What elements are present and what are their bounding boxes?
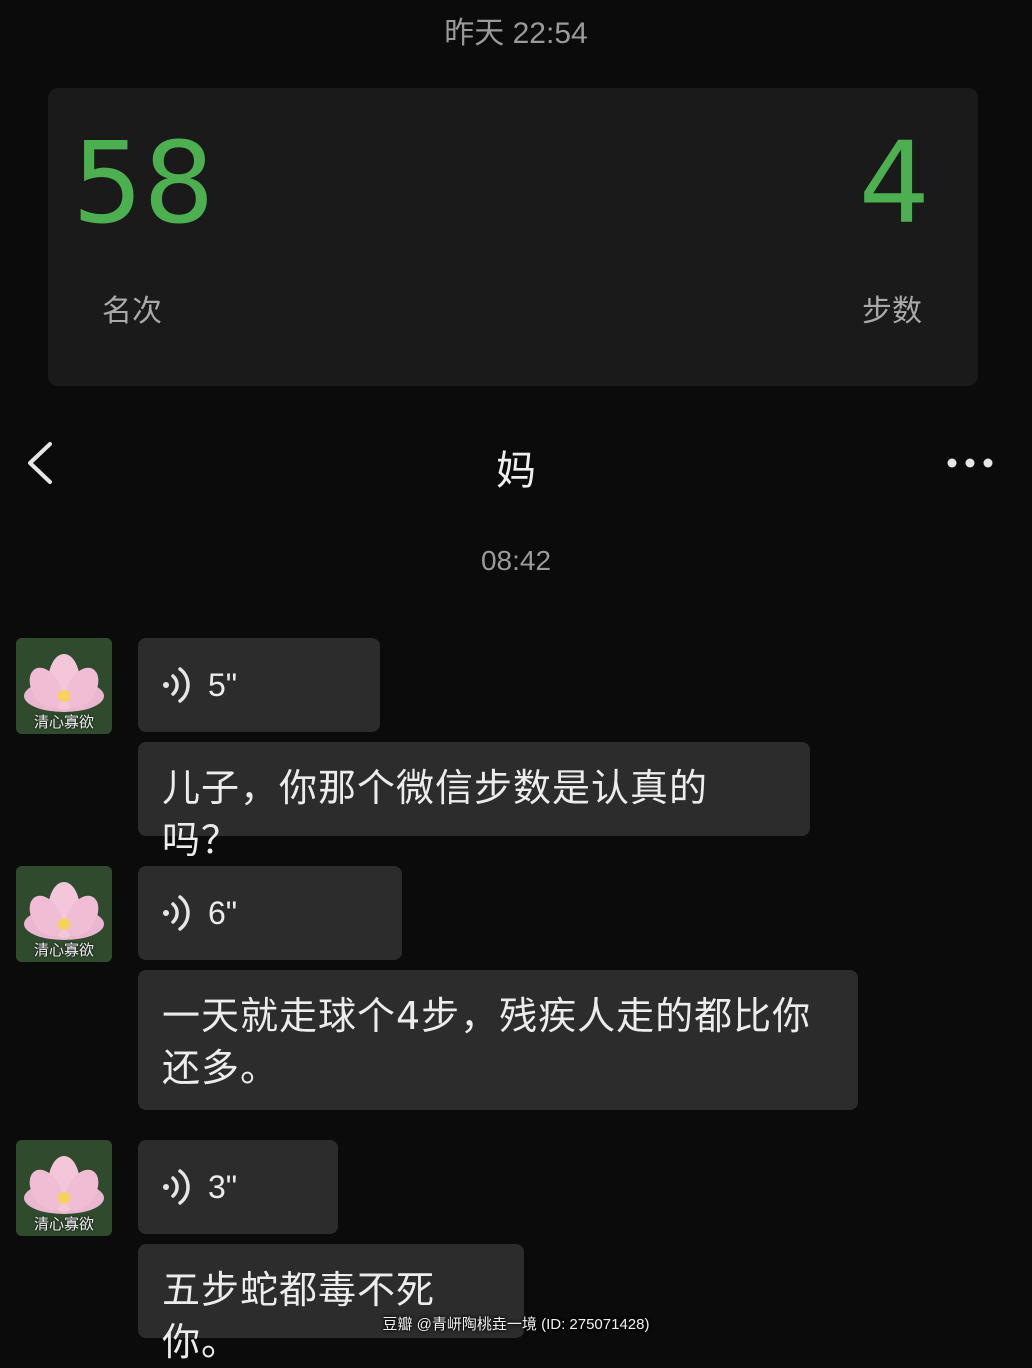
steps-label: 步数 xyxy=(862,294,922,329)
chat-title: 妈 xyxy=(496,448,536,494)
message-text-line: 一天就走球个4步，残疾人走的都比你 xyxy=(162,994,812,1038)
wechat-steps-card[interactable]: 58 名次 4 步数 xyxy=(48,88,978,386)
voice-duration: 6" xyxy=(208,894,238,931)
more-dots-icon[interactable] xyxy=(946,448,994,478)
avatar-caption: 清心寡欲 xyxy=(33,1215,94,1233)
voice-message[interactable]: 6" xyxy=(138,866,402,960)
message-text: 儿子，你那个微信步数是认真的吗？ xyxy=(162,766,709,862)
voice-wave-icon xyxy=(163,667,190,703)
avatar[interactable]: 清心寡欲 xyxy=(16,866,112,962)
avatar-caption: 清心寡欲 xyxy=(33,713,94,731)
watermark: 豆瓣 @青岍陶桃垚一境 (ID: 275071428) xyxy=(382,1316,650,1333)
avatar[interactable]: 清心寡欲 xyxy=(16,638,112,734)
chat-time: 08:42 xyxy=(480,545,552,576)
voice-wave-icon xyxy=(163,895,190,931)
voice-message[interactable]: 3" xyxy=(138,1140,338,1234)
voice-wave-icon xyxy=(163,1169,190,1205)
rank-label: 名次 xyxy=(102,294,162,329)
message-text-line: 还多。 xyxy=(162,1046,280,1090)
voice-duration: 3" xyxy=(208,1168,238,1205)
steps-value: 4 xyxy=(858,119,930,249)
voice-duration: 5" xyxy=(208,666,238,703)
text-message[interactable]: 儿子，你那个微信步数是认真的吗？ xyxy=(138,742,810,862)
avatar[interactable]: 清心寡欲 xyxy=(16,1140,112,1236)
avatar-caption: 清心寡欲 xyxy=(33,941,94,959)
message-timestamp: 昨天 22:54 xyxy=(444,17,588,50)
rank-value: 58 xyxy=(72,119,215,249)
voice-message[interactable]: 5" xyxy=(138,638,380,732)
text-message[interactable]: 一天就走球个4步，残疾人走的都比你 还多。 xyxy=(138,970,858,1110)
